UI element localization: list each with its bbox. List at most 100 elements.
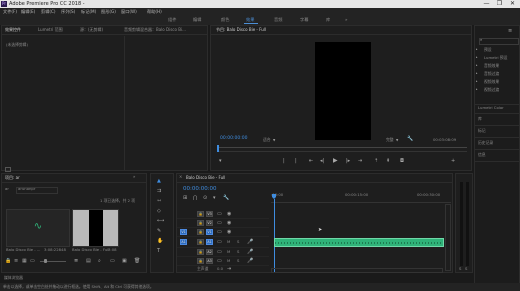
tab-sequence[interactable]: Balo Disco Bie - Full [186, 175, 225, 180]
tab-project[interactable]: 项目: ar [5, 175, 20, 180]
add-marker-icon[interactable]: ▾ [219, 158, 222, 164]
play-icon[interactable]: ▶ [333, 158, 338, 164]
nest-icon[interactable]: ⊞ [183, 195, 187, 201]
playhead-line[interactable] [273, 199, 275, 272]
automate-to-sequence-icon[interactable]: ▤ [86, 258, 91, 264]
minimize-button[interactable]: — [480, 0, 493, 8]
hand-tool-icon[interactable]: ✋ [157, 238, 163, 244]
microphone-icon[interactable]: 🎤 [247, 239, 253, 245]
quality-dropdown[interactable]: 完整 [386, 137, 394, 143]
fit-dropdown[interactable]: 适合 [263, 137, 271, 143]
pen-tool-icon[interactable]: ✎ [157, 228, 161, 234]
sync-lock-icon[interactable]: ▭ [217, 258, 222, 264]
linked-selection-icon[interactable]: ⊙ [203, 195, 207, 201]
menu-marker[interactable]: 标记(M) [81, 9, 96, 14]
mark-in-icon[interactable]: | [283, 158, 285, 164]
tab-media-browser[interactable]: 媒体浏览器 [4, 275, 23, 281]
menu-sequence[interactable]: 序列(S) [61, 9, 75, 14]
effects-item-video-effects[interactable]: 视频效果 [484, 79, 499, 85]
list-view-icon[interactable]: ≡ [14, 258, 18, 264]
sync-lock-icon[interactable]: ▭ [217, 239, 222, 245]
track-lock-icon[interactable]: 🔒 [197, 239, 204, 245]
ripple-edit-tool-icon[interactable]: ⇿ [157, 198, 161, 204]
lock-icon[interactable]: 🔒 [5, 258, 11, 264]
extract-icon[interactable]: ⇞ [386, 158, 390, 164]
folder-chevron-icon[interactable]: ▸ [476, 86, 478, 92]
track-label-v3[interactable]: V3 [206, 211, 213, 217]
effects-search-input[interactable] [479, 38, 519, 45]
snap-icon[interactable]: ⋂ [193, 195, 197, 201]
menu-window[interactable]: 窗口(W) [121, 9, 137, 14]
audio-clip[interactable] [274, 238, 444, 247]
new-bin-icon[interactable]: ▭ [110, 258, 115, 264]
effects-item-lumetri-presets[interactable]: Lumetri 预设 [484, 55, 507, 61]
project-item-audio[interactable]: ∿ [6, 209, 70, 247]
folder-chevron-icon[interactable]: ▸ [476, 70, 478, 76]
mute-button[interactable]: M [227, 239, 230, 245]
effects-item-video-transitions[interactable]: 视频过渡 [484, 87, 499, 93]
tab-program[interactable]: 节目: Balo Disco Bie - Full [216, 27, 266, 32]
folder-chevron-icon[interactable]: ▸ [476, 54, 478, 60]
delete-icon[interactable]: 🗑 [134, 258, 140, 264]
step-forward-icon[interactable]: |▸ [346, 158, 350, 164]
fit-chevron-down-icon[interactable]: ▼ [273, 137, 275, 143]
section-lumetri-color[interactable]: Lumetri Color [478, 105, 504, 111]
sync-lock-icon[interactable]: ▭ [217, 220, 222, 226]
timeline-ruler[interactable]: :00:00 00:00:15:00 00:00:30:00 [271, 184, 451, 203]
workspace-assembly[interactable]: 组件 [168, 17, 176, 23]
microphone-icon[interactable]: 🎤 [247, 258, 253, 264]
go-to-in-icon[interactable]: ⇤ [309, 158, 313, 164]
tab-lumetri-scopes[interactable]: Lumetri 范围 [38, 27, 63, 32]
workspace-audio[interactable]: 音频 [274, 17, 282, 23]
section-history[interactable]: 历史记录 [478, 140, 493, 146]
solo-button[interactable]: S [237, 258, 239, 264]
settings-wrench-icon[interactable]: 🔧 [407, 136, 413, 142]
eye-icon[interactable]: ◉ [227, 229, 231, 235]
folder-chevron-icon[interactable]: ▸ [476, 78, 478, 84]
timeline-settings-wrench-icon[interactable]: 🔧 [223, 195, 229, 201]
quality-chevron-down-icon[interactable]: ▼ [396, 137, 398, 143]
workspace-libraries[interactable]: 库 [326, 17, 330, 23]
folder-chevron-icon[interactable]: ▸ [476, 62, 478, 68]
go-to-end-icon[interactable]: ⇥ [227, 266, 231, 272]
solo-button[interactable]: S [237, 239, 239, 245]
new-item-icon[interactable]: ▣ [122, 258, 127, 264]
slip-tool-icon[interactable]: ⟷ [157, 218, 164, 224]
panel-menu-icon[interactable]: » [133, 174, 135, 179]
microphone-icon[interactable]: 🎤 [247, 249, 253, 255]
horizontal-scrollbar[interactable] [271, 268, 443, 273]
track-lock-icon[interactable]: 🔒 [197, 211, 204, 217]
track-lock-icon[interactable]: 🔒 [197, 249, 204, 255]
go-to-out-icon[interactable]: ⇥ [358, 158, 362, 164]
sync-lock-icon[interactable]: ▭ [217, 211, 222, 217]
menu-help[interactable]: 帮助(H) [147, 9, 162, 14]
section-info[interactable]: 信息 [478, 152, 486, 158]
workspace-editing[interactable]: 编辑 [193, 17, 201, 23]
eye-icon[interactable]: ◉ [227, 211, 231, 217]
program-scrub-bar[interactable] [217, 147, 467, 152]
icon-view-icon[interactable]: ▦ [22, 258, 27, 264]
close-button[interactable]: ✕ [506, 0, 519, 8]
vertical-scrollbar[interactable] [445, 204, 451, 271]
mute-button[interactable]: M [227, 258, 230, 264]
mark-out-icon[interactable]: | [295, 158, 297, 164]
track-label-v1[interactable]: V1 [206, 229, 213, 235]
tab-source[interactable]: 源：(无剪辑) [80, 27, 103, 32]
sync-lock-icon[interactable]: ▭ [217, 229, 222, 235]
timeline-timecode[interactable]: 00:00:00:00 [183, 186, 217, 192]
track-select-tool-icon[interactable]: ⇉ [157, 188, 161, 194]
panel-menu-icon[interactable]: ≡ [508, 28, 512, 34]
zoom-slider-handle[interactable] [44, 259, 47, 263]
sort-icon[interactable]: ≣ [74, 258, 78, 264]
add-marker-icon[interactable]: ▾ [213, 195, 216, 201]
menu-edit[interactable]: 编辑(E) [21, 9, 35, 14]
workspace-captions[interactable]: 字幕 [300, 17, 308, 23]
folder-chevron-icon[interactable]: ▸ [476, 46, 478, 52]
effects-item-presets[interactable]: 预设 [484, 47, 492, 53]
selection-tool-icon[interactable]: ▲ [157, 178, 161, 184]
track-label-a1[interactable]: A1 [206, 239, 213, 245]
source-patch-v1[interactable]: V1 [180, 229, 187, 235]
effects-item-audio-transitions[interactable]: 音频过渡 [484, 71, 499, 77]
track-label-a3[interactable]: A3 [206, 258, 213, 264]
solo-button[interactable]: S [465, 266, 467, 272]
